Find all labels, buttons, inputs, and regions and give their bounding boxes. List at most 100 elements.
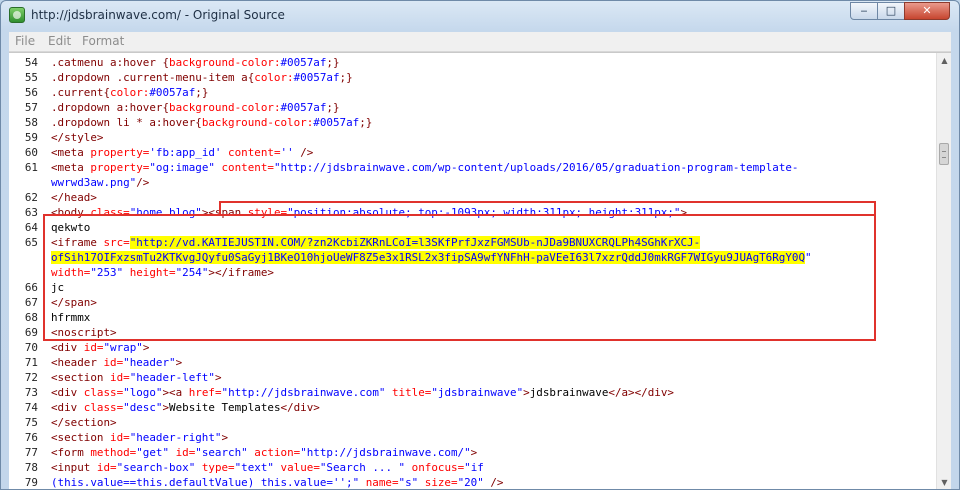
line-text: <noscript> bbox=[51, 325, 117, 340]
code-token: name= bbox=[365, 476, 399, 489]
code-token: > bbox=[470, 446, 478, 459]
line-text: </style> bbox=[51, 130, 103, 145]
code-token: .dropdown .current-menu-item a{ bbox=[51, 71, 255, 84]
code-token: id= bbox=[110, 431, 130, 444]
code-token: <span bbox=[208, 206, 248, 219]
code-token: id= bbox=[96, 461, 117, 474]
line-text: <input id="search-box" type="text" value… bbox=[51, 460, 484, 475]
maximize-button[interactable]: □ bbox=[877, 2, 905, 20]
highlighted-token: "http://vd.KATIEJUSTIN.COM/?zn2KcbiZKRnL… bbox=[129, 236, 701, 249]
menu-format[interactable]: Format bbox=[82, 34, 124, 48]
code-token: id= bbox=[175, 446, 196, 459]
line-number: 78 bbox=[24, 461, 38, 474]
code-token: "http://jdsbrainwave.com/" bbox=[300, 446, 471, 459]
code-token: "header-left" bbox=[129, 371, 215, 384]
code-token: value= bbox=[280, 461, 320, 474]
code-token: "s" bbox=[398, 476, 425, 489]
code-token: <input bbox=[51, 461, 97, 474]
line-number: 58 bbox=[24, 116, 38, 129]
code-token: class= bbox=[83, 386, 124, 399]
code-token: "http://jdsbrainwave.com" bbox=[221, 386, 392, 399]
code-token: qekwto bbox=[51, 221, 91, 234]
line-text: hfrmmx bbox=[51, 310, 90, 325]
line-text: .dropdown a:hover{background-color:#0057… bbox=[51, 100, 340, 115]
line-text: <div class="logo"><a href="http://jdsbra… bbox=[51, 385, 674, 400]
line-number: 57 bbox=[24, 101, 38, 114]
line-text: <meta property="og:image" content="http:… bbox=[51, 160, 799, 175]
code-token: property= bbox=[90, 146, 150, 159]
code-token: "home blog" bbox=[129, 206, 202, 219]
scroll-down-icon[interactable]: ▼ bbox=[937, 475, 951, 489]
code-token: jdsbrainwave bbox=[529, 386, 609, 399]
code-token: <noscript> bbox=[51, 326, 117, 339]
line-number: 61 bbox=[24, 161, 38, 174]
code-token: > bbox=[214, 371, 222, 384]
line-number: 67 bbox=[24, 296, 38, 309]
line-number: 54 bbox=[24, 56, 38, 69]
code-token: '' bbox=[280, 146, 301, 159]
line-text: <section id="header-right"> bbox=[51, 430, 228, 445]
scrollbar-thumb[interactable] bbox=[939, 143, 949, 165]
code-token: Website Templates bbox=[169, 401, 281, 414]
code-token: ><a bbox=[162, 386, 189, 399]
code-token: </span> bbox=[51, 296, 97, 309]
line-number: 64 bbox=[24, 221, 38, 234]
line-number: 71 bbox=[24, 356, 38, 369]
code-token: class= bbox=[83, 401, 124, 414]
source-editor[interactable]: 54 .catmenu a:hover {background-color:#00… bbox=[9, 52, 951, 489]
menu-bar: File Edit Format bbox=[9, 32, 951, 52]
line-text: (this.value==this.defaultValue) this.val… bbox=[51, 475, 503, 489]
code-token: content= bbox=[228, 146, 281, 159]
line-number: 73 bbox=[24, 386, 38, 399]
code-token: "position:absolute; top:-1093px; width:3… bbox=[287, 206, 681, 219]
code-token: </section> bbox=[51, 416, 117, 429]
line-number: 76 bbox=[24, 431, 38, 444]
code-token: <body bbox=[51, 206, 91, 219]
title-bar[interactable]: http://jdsbrainwave.com/ - Original Sour… bbox=[1, 1, 959, 31]
vertical-scrollbar[interactable]: ▲ ▼ bbox=[936, 53, 951, 489]
line-text: .dropdown li * a:hover{background-color:… bbox=[51, 115, 372, 130]
code-token: "search" bbox=[195, 446, 255, 459]
line-number: 68 bbox=[24, 311, 38, 324]
line-number: 69 bbox=[24, 326, 38, 339]
line-text: </span> bbox=[51, 295, 97, 310]
source-code-area[interactable]: 54 .catmenu a:hover {background-color:#00… bbox=[9, 53, 934, 489]
code-token: height= bbox=[129, 266, 176, 279]
code-token: (this.value==this.defaultValue) this.val… bbox=[51, 476, 366, 489]
code-token: id= bbox=[103, 356, 124, 369]
menu-edit[interactable]: Edit bbox=[48, 34, 71, 48]
line-text: </section> bbox=[51, 415, 117, 430]
code-token: <div bbox=[51, 341, 84, 354]
code-token: ;} bbox=[326, 101, 340, 114]
code-token: "logo" bbox=[123, 386, 163, 399]
line-text: <section id="header-left"> bbox=[51, 370, 222, 385]
code-token: #0057af bbox=[313, 116, 360, 129]
line-number: 55 bbox=[24, 71, 38, 84]
code-token: "text" bbox=[234, 461, 281, 474]
line-number: 63 bbox=[24, 206, 38, 219]
code-token: "og:image" bbox=[149, 161, 222, 174]
line-text: <body class="home blog" > <span style="pos… bbox=[51, 205, 687, 220]
code-token: "desc" bbox=[123, 401, 163, 414]
line-text: jc bbox=[51, 280, 64, 295]
line-number: 56 bbox=[24, 86, 38, 99]
line-number: 74 bbox=[24, 401, 38, 414]
close-button[interactable]: ✕ bbox=[904, 2, 950, 20]
code-token: <section bbox=[51, 431, 111, 444]
code-token: </head> bbox=[51, 191, 97, 204]
menu-file[interactable]: File bbox=[15, 34, 35, 48]
code-token: ;} bbox=[359, 116, 373, 129]
code-token: .catmenu a:hover { bbox=[51, 56, 170, 69]
code-token: "253" bbox=[90, 266, 130, 279]
line-text: width="253" height="254"></iframe> bbox=[51, 265, 274, 280]
scroll-up-icon[interactable]: ▲ bbox=[937, 53, 951, 68]
window-title: http://jdsbrainwave.com/ - Original Sour… bbox=[31, 8, 285, 22]
minimize-button[interactable]: ‒ bbox=[850, 2, 878, 20]
code-token: </style> bbox=[51, 131, 104, 144]
code-token: hfrmmx bbox=[51, 311, 91, 324]
code-token: "254" bbox=[175, 266, 209, 279]
line-text: <meta property='fb:app_id' content='' /> bbox=[51, 145, 313, 160]
line-text: .current{color:#0057af;} bbox=[51, 85, 208, 100]
code-token: "header-right" bbox=[129, 431, 222, 444]
code-token: type= bbox=[201, 461, 235, 474]
